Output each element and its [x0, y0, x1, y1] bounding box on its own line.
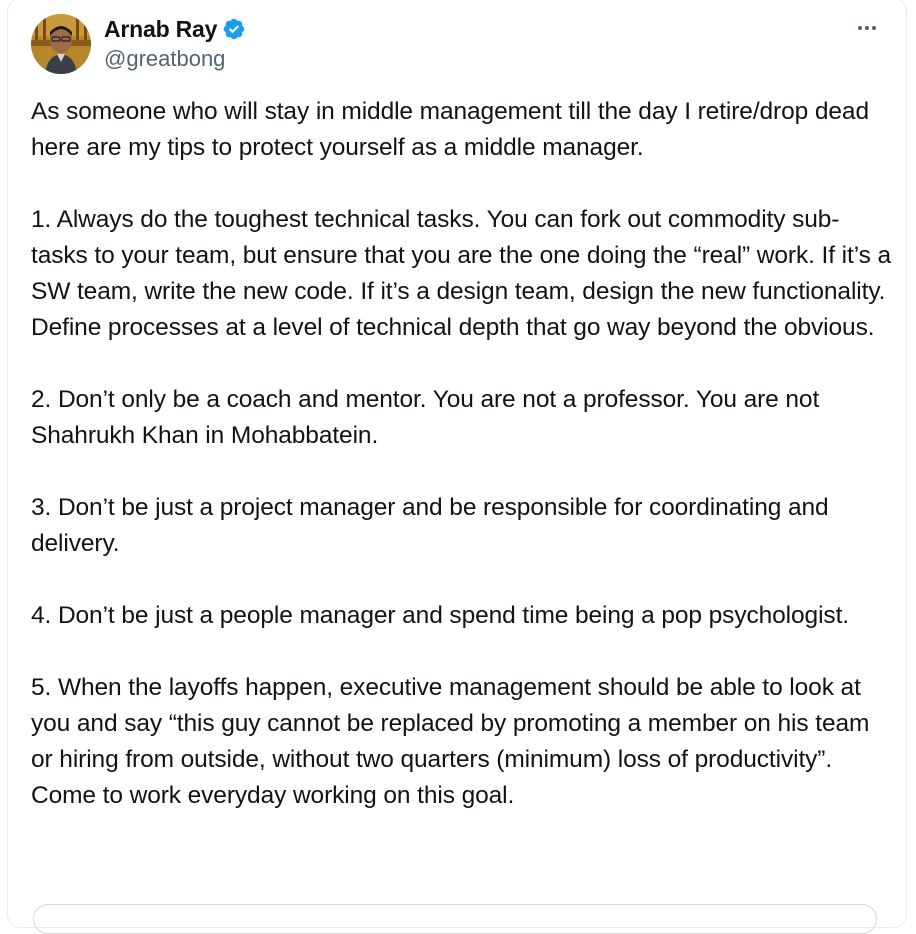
tweet-paragraph-tip-5: 5. When the layoffs happen, executive ma… — [31, 674, 877, 809]
quoted-content-card[interactable] — [33, 904, 877, 934]
more-options-button[interactable] — [852, 14, 882, 42]
tweet-paragraph-tip-4: 4. Don’t be just a people manager and sp… — [31, 602, 849, 629]
author-name-row: Arnab Ray — [104, 14, 246, 44]
tweet-paragraph-tip-1: 1. Always do the toughest technical task… — [31, 206, 891, 341]
tweet-paragraph-tip-3: 3. Don’t be just a project manager and b… — [31, 494, 836, 557]
author-display-name[interactable]: Arnab Ray — [104, 16, 217, 43]
tweet-paragraph-tip-2: 2. Don’t only be a coach and mentor. You… — [31, 386, 826, 449]
avatar-image — [31, 14, 91, 74]
verified-badge-icon — [222, 17, 246, 41]
tweet-text: As someone who will stay in middle manag… — [31, 94, 891, 814]
more-options-icon — [858, 26, 876, 30]
author-handle[interactable]: @greatbong — [104, 46, 225, 72]
avatar[interactable] — [31, 14, 91, 74]
tweet-paragraph-intro: As someone who will stay in middle manag… — [31, 98, 876, 161]
